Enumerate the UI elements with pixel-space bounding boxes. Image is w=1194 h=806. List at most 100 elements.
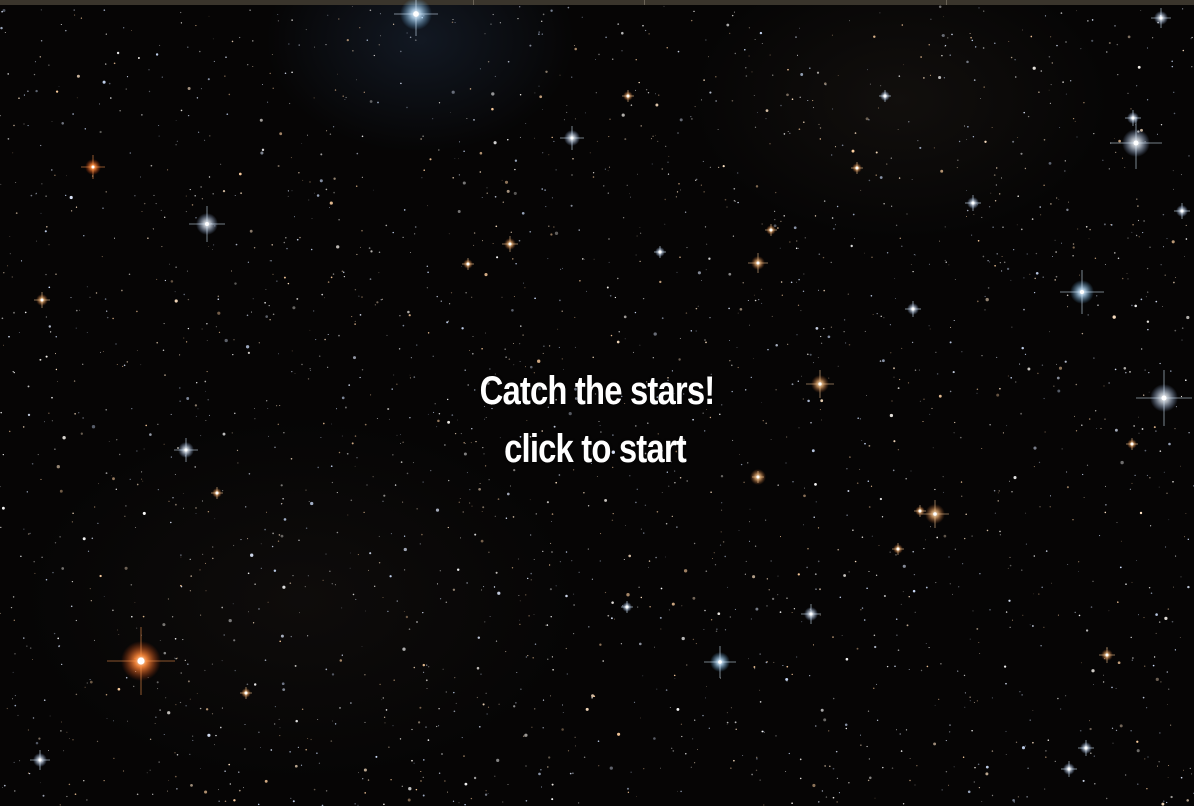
small-star — [1012, 140, 1015, 143]
small-star — [118, 634, 120, 635]
small-star — [724, 198, 727, 201]
small-star — [929, 526, 932, 528]
small-star — [648, 560, 651, 562]
small-star — [355, 185, 358, 187]
small-star — [168, 500, 170, 502]
small-star — [889, 551, 891, 553]
small-star — [249, 9, 251, 11]
small-star — [132, 685, 135, 688]
small-star — [586, 290, 587, 292]
small-star — [1142, 232, 1144, 234]
small-star — [84, 128, 87, 130]
small-star — [354, 803, 356, 805]
small-star — [1079, 274, 1081, 276]
small-star — [261, 84, 263, 85]
small-star — [1103, 674, 1104, 676]
small-star — [1093, 684, 1094, 685]
small-star — [1161, 802, 1165, 806]
small-star — [1155, 613, 1158, 616]
small-star — [604, 591, 607, 594]
small-star — [583, 756, 586, 758]
small-star — [512, 258, 514, 260]
small-star — [1121, 157, 1124, 159]
small-star — [279, 132, 283, 136]
small-star — [538, 31, 540, 33]
start-prompt[interactable]: click to start — [104, 416, 1086, 482]
small-star — [375, 755, 378, 758]
small-star — [1183, 769, 1184, 771]
small-star — [106, 717, 108, 719]
small-star — [529, 499, 531, 501]
small-star — [954, 548, 956, 550]
small-star — [864, 252, 865, 254]
small-star — [780, 220, 782, 223]
small-star — [632, 351, 634, 353]
small-star — [419, 543, 421, 545]
small-star — [1108, 610, 1110, 612]
small-star — [981, 355, 983, 357]
small-star — [250, 553, 254, 557]
small-star — [267, 101, 269, 103]
small-star — [351, 6, 353, 7]
small-star — [438, 707, 440, 710]
small-star — [1167, 688, 1170, 690]
bright-star — [704, 646, 736, 678]
small-star — [416, 621, 418, 623]
small-star — [1181, 339, 1183, 341]
small-star — [1083, 497, 1085, 499]
small-star — [1137, 65, 1141, 69]
small-star — [771, 315, 773, 317]
small-star — [894, 278, 896, 279]
small-star — [815, 725, 817, 727]
small-star — [1094, 783, 1096, 785]
start-overlay[interactable]: Catch the stars! click to start — [0, 366, 1194, 482]
small-star — [26, 491, 28, 493]
small-star — [660, 587, 663, 590]
small-star — [744, 573, 746, 575]
small-star — [452, 800, 455, 802]
small-star — [1049, 495, 1052, 497]
small-star — [1180, 776, 1183, 779]
small-star — [246, 314, 249, 317]
small-star — [1034, 277, 1036, 280]
small-star — [328, 206, 331, 209]
small-star — [334, 89, 337, 91]
small-star — [1185, 224, 1187, 226]
small-star — [1146, 267, 1149, 270]
small-star — [879, 497, 883, 501]
small-star — [768, 589, 770, 591]
bright-star — [965, 195, 981, 211]
small-star — [909, 758, 911, 759]
small-star — [554, 231, 559, 235]
game-canvas[interactable]: Catch the stars! click to start — [0, 0, 1194, 806]
small-star — [336, 245, 340, 249]
small-star — [587, 505, 590, 507]
small-star — [351, 316, 353, 318]
small-star — [834, 146, 837, 148]
small-star — [35, 240, 37, 242]
small-star — [311, 218, 313, 219]
small-star — [565, 647, 567, 650]
small-star — [338, 334, 340, 337]
small-star — [313, 788, 316, 791]
small-star — [913, 254, 915, 256]
small-star — [411, 728, 413, 731]
small-star — [866, 587, 868, 589]
small-star — [534, 92, 536, 94]
small-star — [1110, 224, 1113, 226]
small-star — [274, 706, 276, 708]
small-star — [624, 138, 627, 141]
small-star — [729, 616, 731, 618]
small-star — [674, 482, 676, 484]
small-star — [783, 215, 785, 217]
small-star — [1054, 760, 1056, 763]
small-star — [806, 353, 809, 356]
small-star — [59, 536, 61, 538]
small-star — [715, 76, 717, 78]
small-star — [175, 120, 177, 121]
small-star — [592, 356, 594, 359]
small-star — [1041, 586, 1043, 589]
small-star — [935, 351, 937, 353]
small-star — [53, 632, 56, 635]
small-star — [673, 674, 676, 677]
